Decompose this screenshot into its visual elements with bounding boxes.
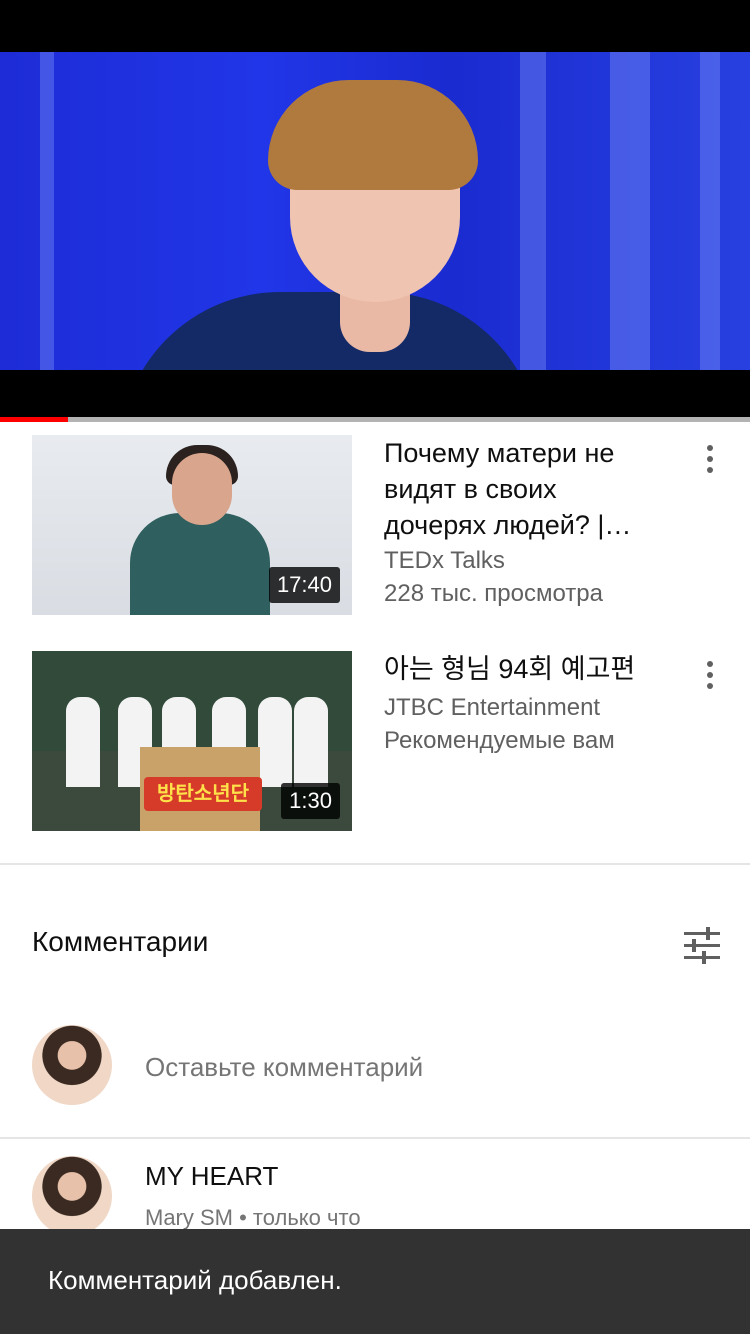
add-comment-input[interactable]: Оставьте комментарий	[145, 1052, 423, 1083]
comment-author[interactable]: Mary SM	[145, 1205, 233, 1230]
video-channel: TEDx Talks	[384, 547, 505, 574]
video-list-item[interactable]: 17:40 Почему матери не видят в своих доч…	[0, 435, 750, 617]
avatar	[32, 1025, 112, 1105]
background-stripe	[610, 52, 650, 370]
section-divider	[0, 863, 750, 865]
video-duration: 17:40	[268, 567, 340, 603]
video-title[interactable]: 아는 형님 94회 예고편	[384, 651, 664, 687]
comment-text: MY HEART	[145, 1161, 279, 1191]
thumbnail-person-head	[172, 453, 232, 525]
video-player[interactable]	[0, 0, 750, 422]
video-channel: JTBC Entertainment	[384, 694, 601, 721]
sort-filter-icon[interactable]	[682, 926, 722, 966]
progress-bar-fill	[0, 417, 68, 422]
video-list-item[interactable]: 방탄소년단 1:30 아는 형님 94회 예고편 JTBC Entertainm…	[0, 651, 750, 833]
progress-bar[interactable]	[0, 417, 750, 422]
section-divider	[0, 1137, 750, 1139]
more-vert-icon[interactable]	[694, 439, 726, 479]
comment-meta: Mary SM • только что	[145, 1205, 361, 1231]
background-stripe	[700, 52, 720, 370]
comments-header: Комментарии	[32, 926, 209, 957]
video-person-hair	[268, 80, 478, 190]
thumbnail-person	[66, 697, 100, 787]
video-thumbnail[interactable]: 17:40	[32, 435, 352, 615]
video-title[interactable]: Почему матери не видят в своих дочерях л…	[384, 435, 664, 543]
thumbnail-person-body	[130, 513, 270, 615]
video-view-count: 228 тыс. просмотра	[384, 580, 603, 607]
thumbnail-banner: 방탄소년단	[144, 777, 262, 811]
thumbnail-person	[294, 697, 328, 787]
avatar	[32, 1156, 112, 1236]
video-thumbnail[interactable]: 방탄소년단 1:30	[32, 651, 352, 831]
video-person-shoulders	[120, 292, 540, 370]
video-duration: 1:30	[281, 783, 340, 819]
thumbnail-person	[258, 697, 292, 787]
more-vert-icon[interactable]	[694, 655, 726, 695]
snackbar: Комментарий добавлен.	[0, 1229, 750, 1334]
snackbar-message: Комментарий добавлен.	[48, 1265, 342, 1295]
background-stripe	[520, 52, 546, 370]
background-stripe	[40, 52, 54, 370]
video-frame[interactable]	[0, 52, 750, 370]
comment-time: • только что	[233, 1205, 361, 1230]
video-recommendation-note: Рекомендуемые вам	[384, 727, 615, 754]
